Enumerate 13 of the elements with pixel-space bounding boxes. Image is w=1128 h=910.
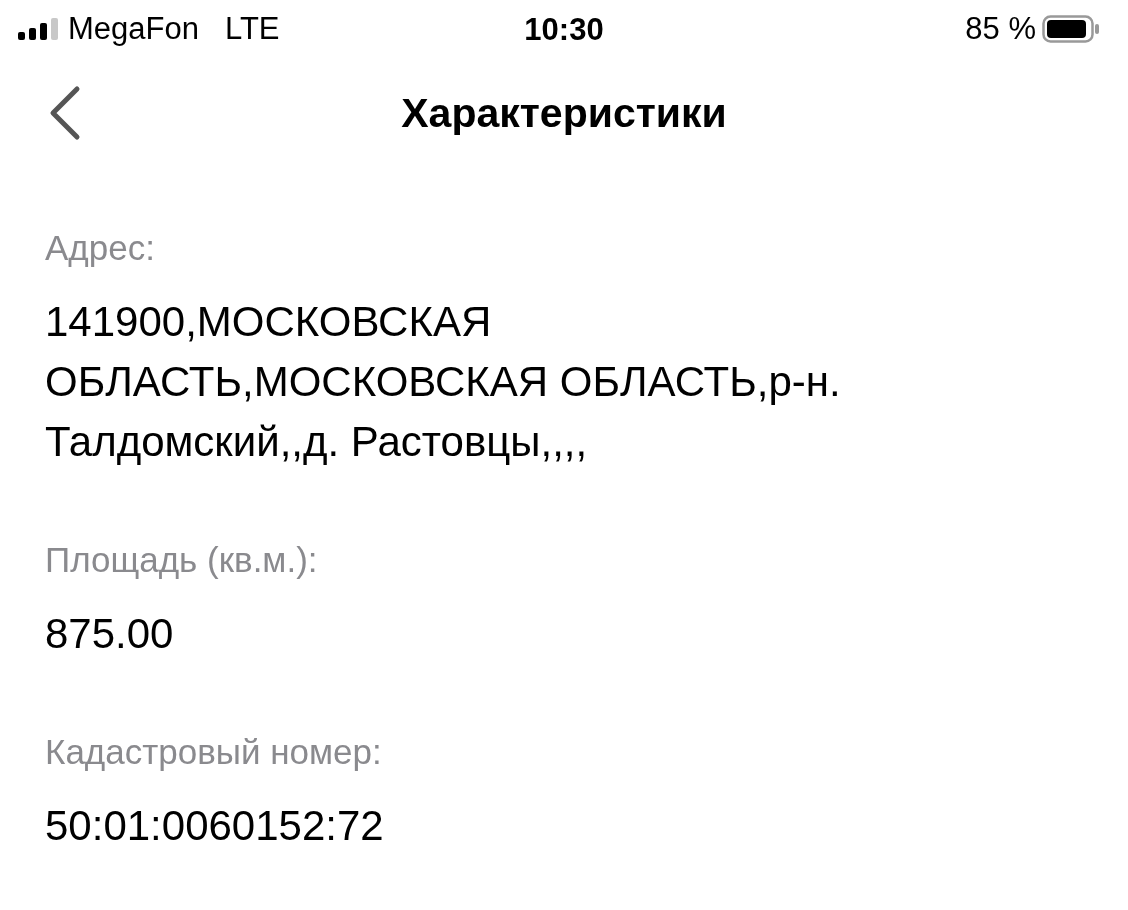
network-type: LTE	[224, 11, 280, 47]
field-value: 875.00	[45, 609, 175, 659]
field-value: 50:01:0060152:72	[45, 801, 385, 851]
field-label: Кадастровый номер:	[45, 732, 383, 772]
carrier-name: MegaFon	[68, 11, 199, 47]
battery-percent: 85 %	[965, 11, 1036, 47]
field-value: 141900,МОСКОВСКАЯ ОБЛАСТЬ,МОСКОВСКАЯ ОБЛАСТЬ,р-н. Талдомский,,д. Растовцы,,,,	[45, 297, 842, 467]
clock-time: 10:30	[524, 12, 604, 48]
signal-icon	[18, 18, 60, 40]
battery-icon	[1042, 15, 1100, 43]
field-label: Площадь (кв.м.):	[45, 540, 319, 580]
page-title: Характеристики	[401, 89, 727, 137]
field-label: Адрес:	[45, 228, 156, 268]
